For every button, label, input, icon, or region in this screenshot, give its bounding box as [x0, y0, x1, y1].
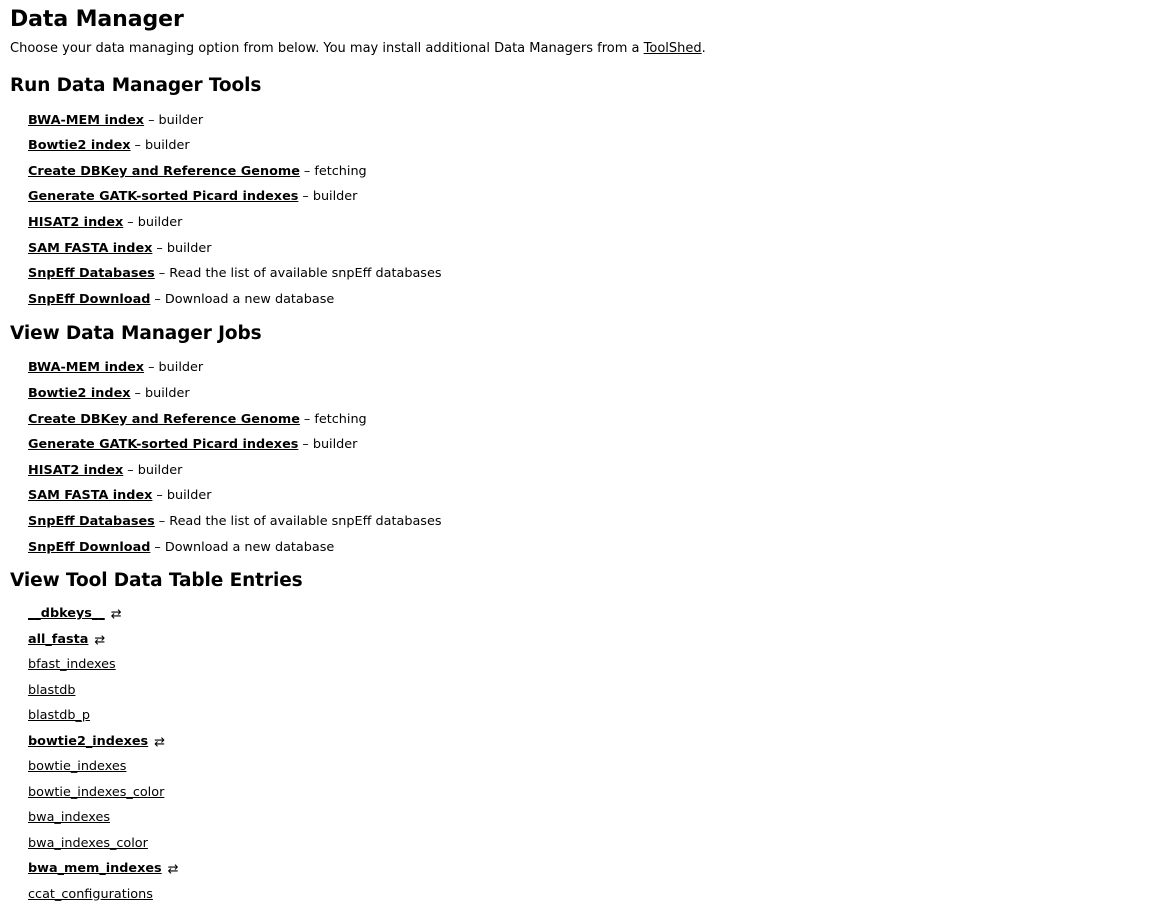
list-item: blastdb_p — [10, 698, 1161, 724]
list-item: SnpEff Download – Download a new database — [10, 529, 1161, 555]
data-manager-tool-description: – Read the list of available snpEff data… — [158, 513, 442, 529]
data-manager-tool-link[interactable]: SnpEff Download — [28, 540, 150, 555]
toolshed-link[interactable]: ToolShed — [644, 41, 702, 56]
data-manager-tool-description: – Read the list of available snpEff data… — [158, 266, 442, 282]
list-item: Create DBKey and Reference Genome – fetch… — [10, 401, 1161, 427]
tool-data-table-link[interactable]: ccat_configurations — [28, 887, 153, 902]
data-manager-tool-description: – builder — [156, 488, 212, 504]
list-item: SnpEff Download – Download a new database — [10, 281, 1161, 307]
intro-text-before: Choose your data managing option from be… — [10, 41, 644, 56]
swap-arrows-icon[interactable]: ⇄ — [88, 634, 105, 647]
tool-data-table-link[interactable]: bowtie_indexes_color — [28, 785, 164, 800]
view-jobs-list: BWA-MEM index – builder Bowtie2 index – bui… — [10, 350, 1161, 555]
list-item: Generate GATK-sorted Picard indexes – bui… — [10, 427, 1161, 453]
list-item: SAM FASTA index – builder — [10, 230, 1161, 256]
section-view-data-manager-jobs: View Data Manager Jobs BWA-MEM index – bu… — [10, 323, 1161, 555]
data-manager-tool-link[interactable]: Create DBKey and Reference Genome — [28, 412, 300, 427]
tool-data-table-link[interactable]: __dbkeys__ — [28, 607, 105, 621]
data-manager-tool-description: – Download a new database — [154, 539, 335, 555]
list-item: SnpEff Databases – Read the list of avail… — [10, 503, 1161, 529]
list-item: bwa_mem_indexes ⇄ — [10, 851, 1161, 877]
tool-data-table-link[interactable]: blastdb_p — [28, 709, 90, 723]
data-manager-tool-link[interactable]: Create DBKey and Reference Genome — [28, 164, 300, 179]
section-heading-tool-data-tables: View Tool Data Table Entries — [10, 569, 303, 591]
list-item: Generate GATK-sorted Picard indexes – bui… — [10, 179, 1161, 205]
data-manager-tool-link[interactable]: HISAT2 index — [28, 463, 123, 478]
data-manager-tool-link[interactable]: HISAT2 index — [28, 215, 123, 230]
swap-arrows-icon[interactable]: ⇄ — [105, 608, 122, 621]
data-manager-tool-description: – builder — [302, 437, 358, 453]
list-item: bfast_indexes — [10, 647, 1161, 673]
data-manager-tool-link[interactable]: Bowtie2 index — [28, 139, 131, 153]
tool-data-table-link[interactable]: bfast_indexes — [28, 658, 116, 672]
list-item: bowtie_indexes — [10, 749, 1161, 775]
list-item: HISAT2 index – builder — [10, 204, 1161, 230]
list-item: BWA-MEM index – builder — [10, 350, 1161, 376]
data-manager-tool-link[interactable]: Generate GATK-sorted Picard indexes — [28, 190, 298, 204]
list-item: bwa_indexes — [10, 800, 1161, 826]
run-tools-list: BWA-MEM index – builder Bowtie2 index – bui… — [10, 102, 1161, 307]
data-manager-tool-description: – builder — [134, 138, 190, 154]
tool-data-table-link[interactable]: bowtie2_indexes — [28, 734, 148, 749]
data-manager-tool-link[interactable]: SnpEff Databases — [28, 514, 155, 529]
section-heading-run-tools: Run Data Manager Tools — [10, 75, 262, 96]
list-item: Bowtie2 index – builder — [10, 128, 1161, 154]
data-manager-tool-description: – fetching — [303, 411, 367, 427]
data-manager-tool-description: – builder — [148, 112, 204, 128]
swap-arrows-icon[interactable]: ⇄ — [148, 736, 165, 749]
intro-paragraph: Choose your data managing option from be… — [10, 40, 1161, 58]
section-view-tool-data-table-entries: View Tool Data Table Entries __dbkeys__ ⇄… — [10, 570, 1161, 902]
tool-data-table-link[interactable]: blastdb — [28, 683, 75, 698]
tool-data-table-link[interactable]: bwa_mem_indexes — [28, 862, 162, 876]
data-manager-page: Data Manager Choose your data managing o… — [0, 0, 1171, 902]
page-title: Data Manager — [10, 7, 184, 32]
tool-data-tables-list: __dbkeys__ ⇄ all_fasta ⇄ bfast_indexes blastd… — [10, 596, 1161, 902]
data-manager-tool-link[interactable]: SnpEff Databases — [28, 267, 155, 281]
data-manager-tool-description: – Download a new database — [154, 291, 335, 307]
data-manager-tool-description: – builder — [127, 462, 183, 478]
list-item: BWA-MEM index – builder — [10, 102, 1161, 128]
data-manager-tool-link[interactable]: SAM FASTA index — [28, 489, 152, 503]
list-item: blastdb — [10, 672, 1161, 698]
tool-data-table-link[interactable]: bwa_indexes — [28, 811, 110, 825]
data-manager-tool-link[interactable]: BWA-MEM index — [28, 361, 144, 375]
tool-data-table-link[interactable]: all_fasta — [28, 632, 88, 647]
data-manager-tool-link[interactable]: SAM FASTA index — [28, 241, 152, 256]
list-item: SAM FASTA index – builder — [10, 478, 1161, 504]
section-run-data-manager-tools: Run Data Manager Tools BWA-MEM index – bu… — [10, 75, 1161, 307]
section-heading-view-jobs: View Data Manager Jobs — [10, 322, 262, 344]
data-manager-tool-link[interactable]: Bowtie2 index — [28, 386, 131, 401]
data-manager-tool-description: – fetching — [303, 163, 367, 179]
list-item: Bowtie2 index – builder — [10, 375, 1161, 401]
data-manager-tool-description: – builder — [134, 385, 190, 401]
list-item: all_fasta ⇄ — [10, 621, 1161, 647]
data-manager-tool-link[interactable]: BWA-MEM index — [28, 113, 144, 128]
data-manager-tool-description: – builder — [148, 360, 204, 376]
data-manager-tool-link[interactable]: Generate GATK-sorted Picard indexes — [28, 438, 298, 452]
list-item: HISAT2 index – builder — [10, 452, 1161, 478]
list-item: bowtie2_indexes ⇄ — [10, 723, 1161, 749]
tool-data-table-link[interactable]: bwa_indexes_color — [28, 836, 148, 851]
data-manager-tool-link[interactable]: SnpEff Download — [28, 292, 150, 307]
data-manager-tool-description: – builder — [127, 214, 183, 230]
intro-text-after: . — [701, 41, 706, 56]
list-item: SnpEff Databases – Read the list of avail… — [10, 256, 1161, 282]
data-manager-tool-description: – builder — [302, 189, 358, 205]
list-item: __dbkeys__ ⇄ — [10, 596, 1161, 622]
list-item: Create DBKey and Reference Genome – fetch… — [10, 153, 1161, 179]
list-item: bowtie_indexes_color — [10, 774, 1161, 800]
list-item: bwa_indexes_color — [10, 825, 1161, 851]
data-manager-tool-description: – builder — [156, 240, 212, 256]
tool-data-table-link[interactable]: bowtie_indexes — [28, 760, 126, 774]
swap-arrows-icon[interactable]: ⇄ — [162, 863, 179, 876]
